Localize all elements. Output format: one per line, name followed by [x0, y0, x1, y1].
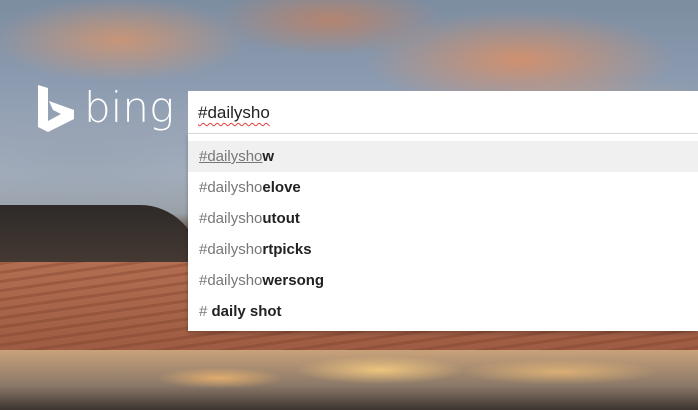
suggestion-item[interactable]: #dailyshoutout [188, 203, 698, 234]
suggestion-completion: wersong [262, 272, 325, 289]
suggestion-typed: #dailysho [199, 241, 263, 258]
bing-b-logo-icon [38, 85, 74, 132]
suggestion-completion: w [262, 148, 275, 165]
suggestion-completion: elove [262, 179, 301, 196]
suggestion-typed: #dailysho [199, 210, 263, 227]
brand-name: bing [84, 83, 175, 132]
suggestion-item[interactable]: #dailyshoelove [188, 172, 698, 203]
suggestion-typed: # [199, 303, 212, 320]
suggestion-typed: #dailysho [199, 272, 263, 289]
suggestions-dropdown: #dailyshow #dailyshoelove #dailyshoutout… [188, 134, 698, 331]
search-box[interactable] [188, 91, 698, 134]
suggestion-typed: #dailysho [199, 148, 263, 165]
search-input[interactable] [198, 91, 678, 134]
suggestion-completion: rtpicks [262, 241, 312, 258]
suggestion-item[interactable]: #dailyshortpicks [188, 234, 698, 265]
background-water [0, 350, 698, 410]
suggestion-item[interactable]: # daily shot [188, 296, 698, 327]
suggestion-item[interactable]: #dailyshowersong [188, 265, 698, 296]
suggestion-typed: #dailysho [199, 179, 263, 196]
suggestion-completion: daily shot [211, 303, 282, 320]
bing-logo[interactable]: bing [36, 82, 174, 134]
suggestion-completion: utout [262, 210, 300, 227]
suggestion-item[interactable]: #dailyshow [188, 141, 698, 172]
